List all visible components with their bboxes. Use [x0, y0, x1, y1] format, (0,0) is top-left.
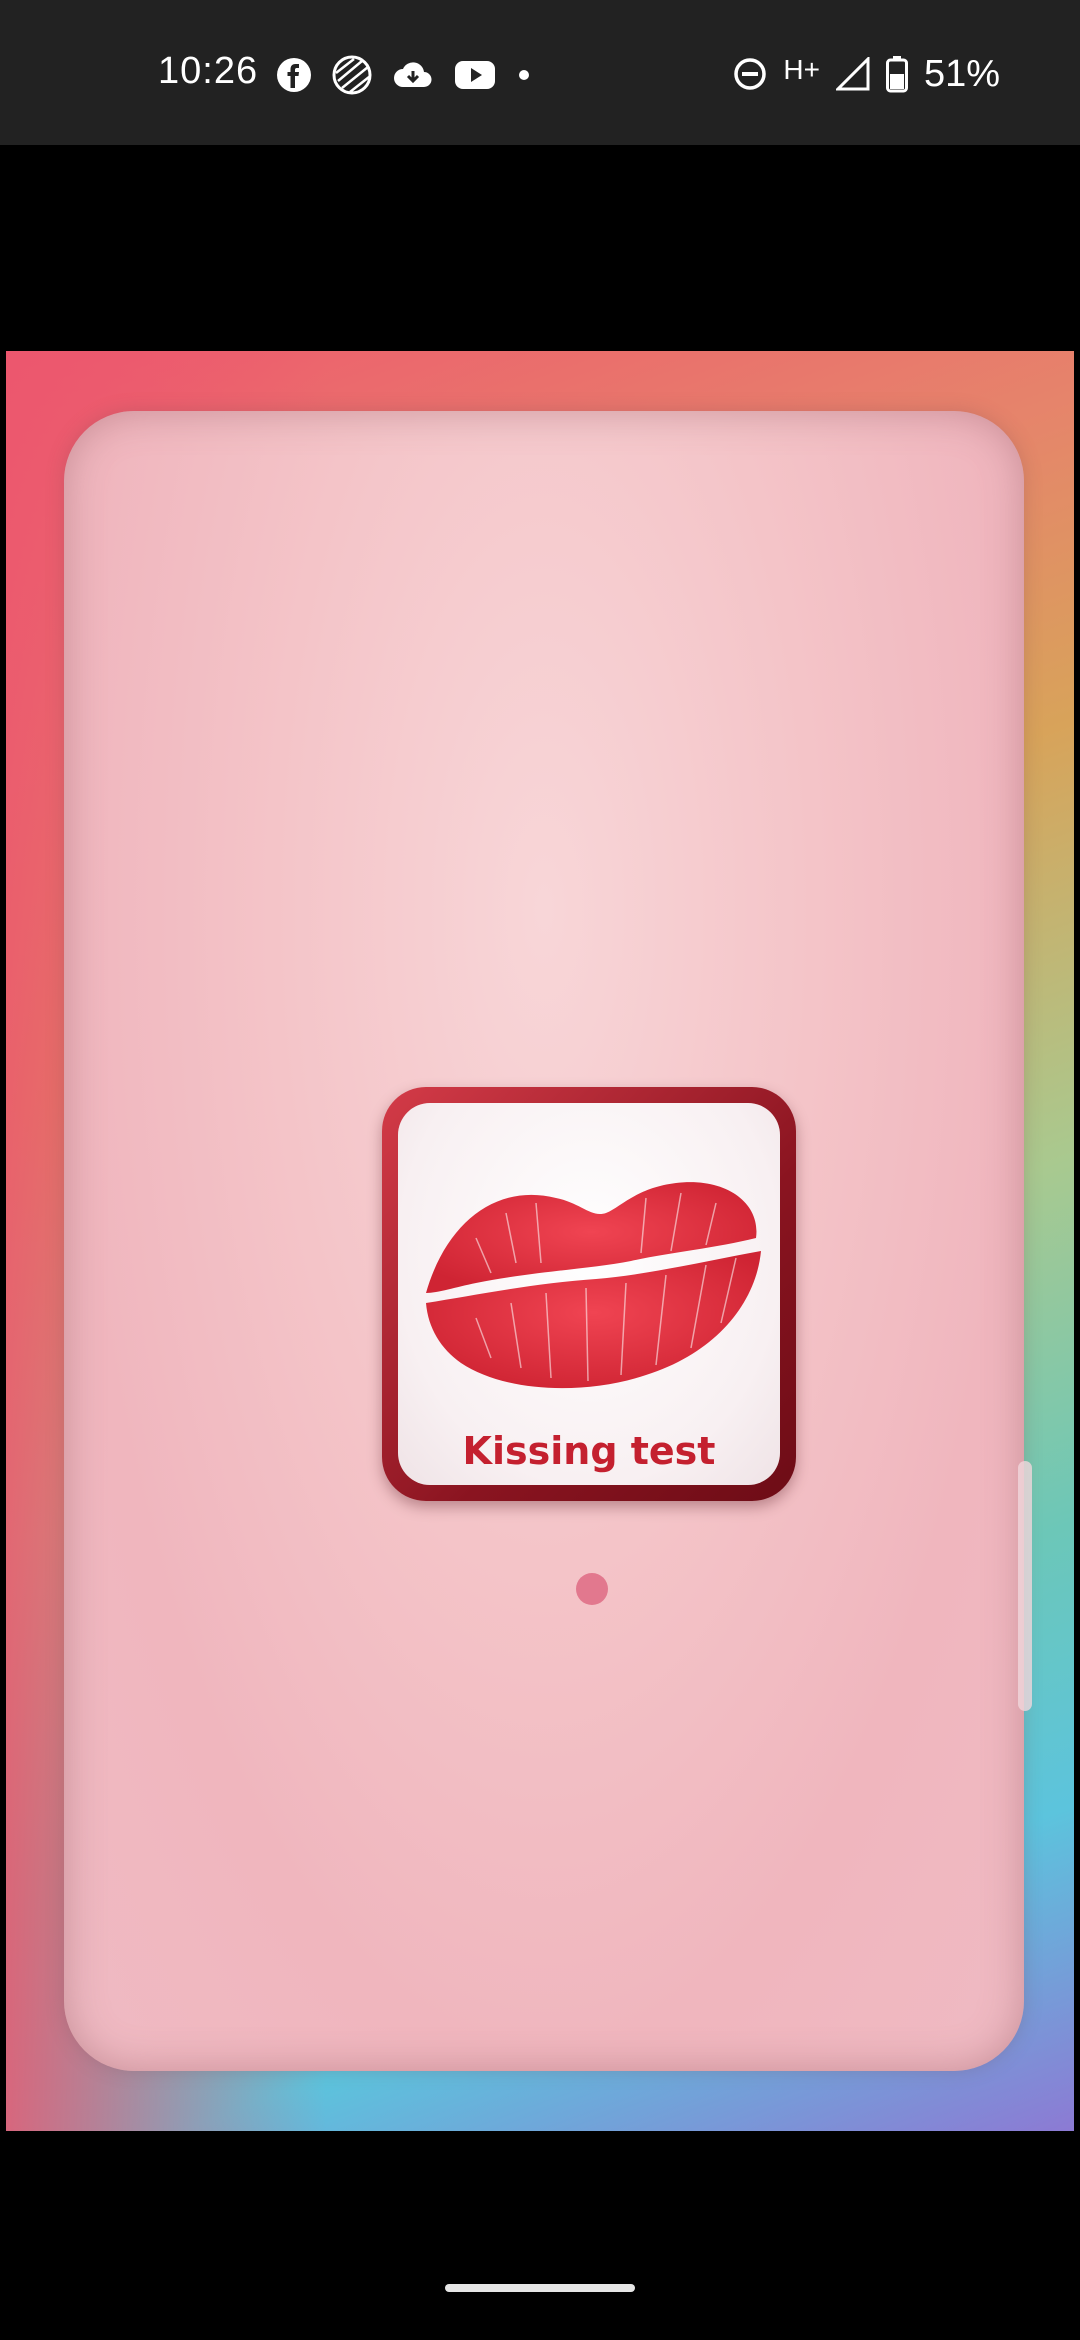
video-frame[interactable]: Kissing test [6, 351, 1074, 2131]
system-status: H+ 51% [733, 52, 1000, 96]
lips-icon [426, 1182, 761, 1389]
status-bar: 10:26 H+ 51% [0, 0, 1080, 145]
status-time: 10:26 [158, 50, 259, 92]
cloud-icon [394, 62, 432, 87]
battery-icon [885, 56, 908, 93]
network-type: H+ [783, 54, 820, 85]
battery-percentage: 51% [923, 52, 1000, 95]
page-indicator-dot [576, 1573, 608, 1605]
dot-icon [519, 70, 529, 80]
phone-screen-mockup: Kissing test [64, 411, 1032, 2071]
notification-icons [276, 55, 532, 95]
signal-icon [835, 57, 870, 91]
facebook-icon [277, 58, 311, 92]
youtube-icon [455, 61, 495, 89]
globe-icon [332, 55, 372, 95]
video-letterbox-top [0, 145, 1080, 351]
app-icon[interactable]: Kissing test [382, 1087, 796, 1501]
phone-side-button [1018, 1461, 1032, 1711]
app-icon-face: Kissing test [398, 1103, 780, 1485]
video-letterbox-bottom [0, 2131, 1080, 2340]
do-not-disturb-icon [734, 58, 767, 90]
app-icon-label: Kissing test [462, 1429, 716, 1473]
home-indicator[interactable] [445, 2284, 635, 2292]
